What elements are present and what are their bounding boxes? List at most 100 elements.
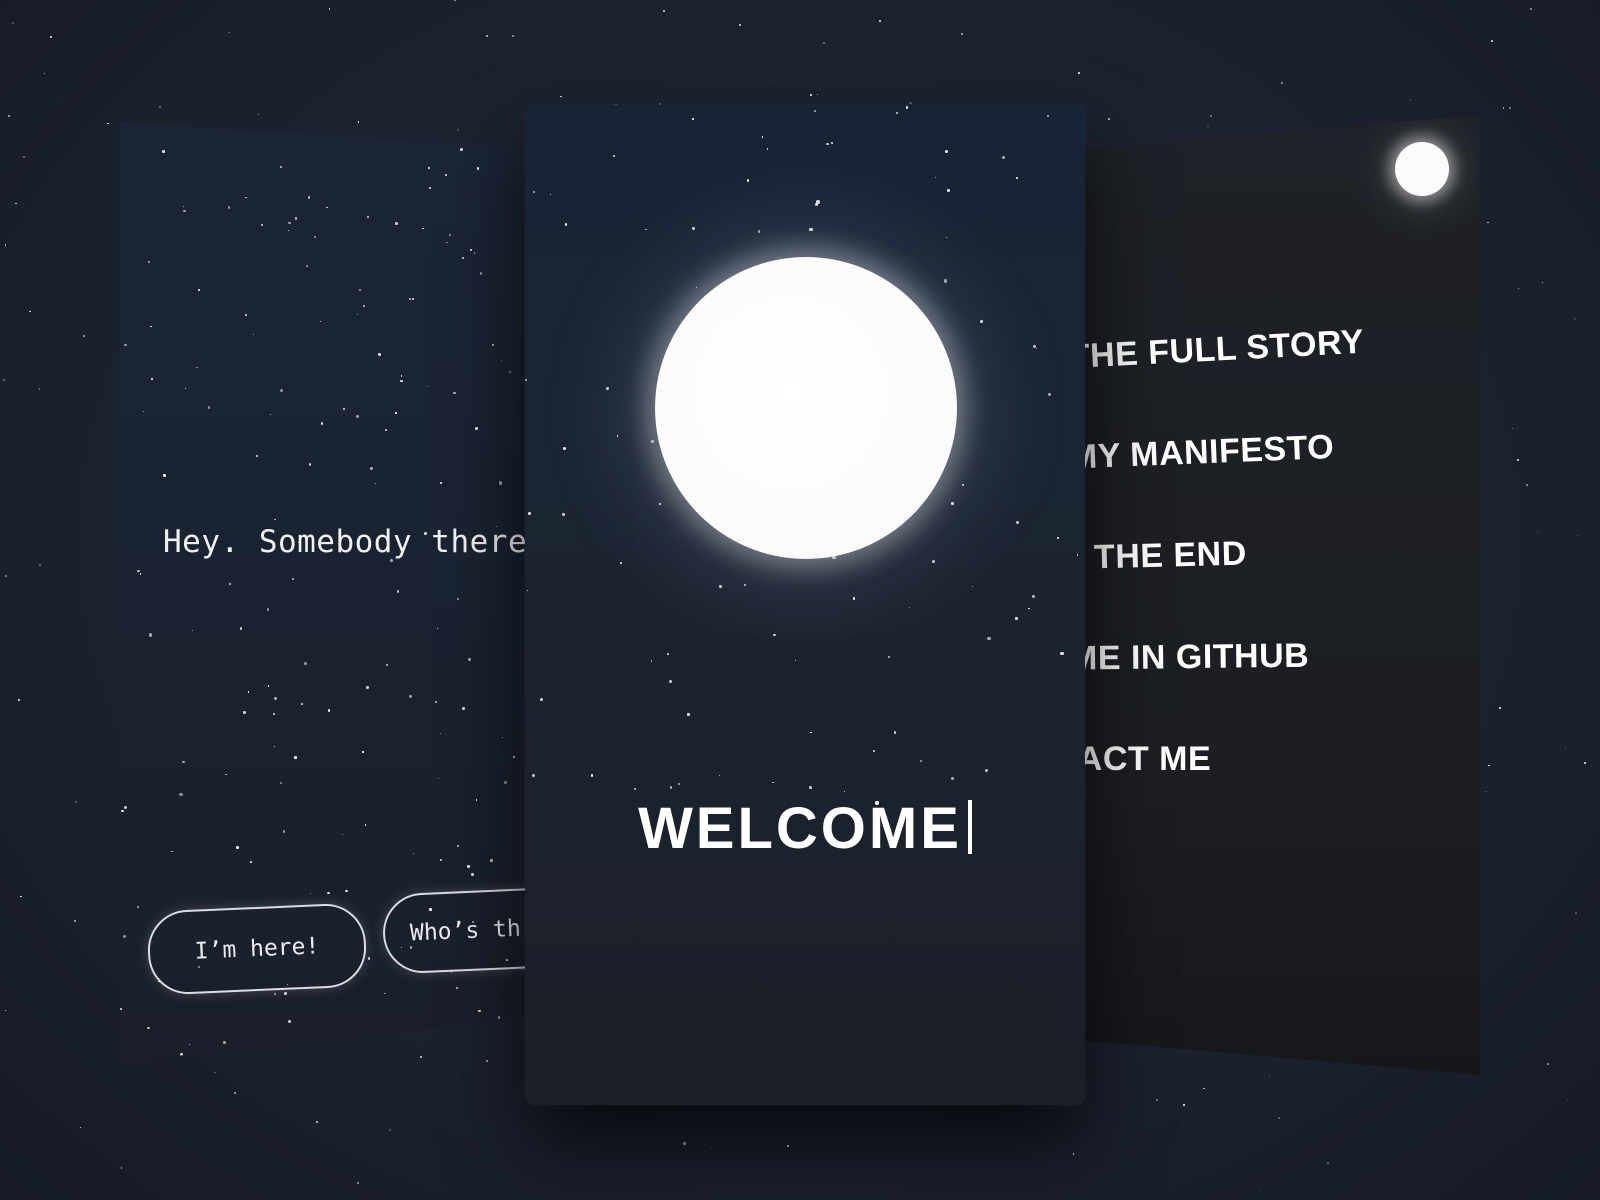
star bbox=[944, 279, 948, 283]
star bbox=[359, 289, 361, 291]
star bbox=[486, 35, 488, 37]
star bbox=[809, 786, 812, 789]
star bbox=[18, 699, 20, 701]
star bbox=[185, 387, 187, 389]
star bbox=[757, 230, 761, 233]
menu-item-full-story[interactable]: D THE FULL STORY bbox=[1040, 323, 1365, 379]
star bbox=[823, 42, 826, 45]
star bbox=[502, 736, 504, 738]
star bbox=[1530, 8, 1532, 10]
star bbox=[562, 446, 567, 450]
star bbox=[794, 659, 796, 662]
star bbox=[815, 1185, 817, 1187]
star bbox=[946, 188, 951, 193]
star bbox=[950, 502, 954, 506]
star bbox=[814, 109, 817, 112]
star bbox=[1032, 344, 1036, 348]
star bbox=[1547, 1063, 1549, 1065]
star bbox=[692, 118, 695, 120]
star bbox=[149, 325, 152, 328]
star bbox=[668, 680, 672, 684]
star bbox=[1047, 115, 1050, 118]
star bbox=[319, 320, 322, 323]
star bbox=[565, 223, 568, 226]
star bbox=[843, 790, 845, 792]
star bbox=[1032, 595, 1035, 598]
star bbox=[446, 242, 448, 244]
star bbox=[511, 34, 514, 37]
star bbox=[198, 289, 200, 291]
star bbox=[527, 511, 531, 515]
star bbox=[677, 782, 681, 785]
star bbox=[137, 569, 140, 573]
star bbox=[895, 112, 898, 115]
star bbox=[397, 590, 400, 593]
im-here-button[interactable]: I’m here! bbox=[146, 902, 368, 996]
star bbox=[905, 106, 909, 109]
star bbox=[362, 305, 365, 308]
star bbox=[1526, 484, 1529, 487]
star bbox=[683, 1142, 686, 1145]
star bbox=[272, 713, 275, 716]
star bbox=[950, 776, 954, 780]
star bbox=[385, 664, 388, 667]
star bbox=[136, 905, 140, 909]
star bbox=[222, 1041, 226, 1044]
star bbox=[971, 585, 974, 588]
star bbox=[328, 8, 331, 10]
star bbox=[389, 1129, 392, 1132]
star bbox=[179, 793, 183, 797]
star bbox=[612, 154, 615, 157]
right-screen-menu: D THE FULL STORY D MY MANIFESTO CH THE E… bbox=[1040, 115, 1480, 1075]
star bbox=[161, 150, 165, 153]
star bbox=[908, 606, 911, 609]
star bbox=[1002, 156, 1006, 160]
star bbox=[810, 94, 812, 96]
star bbox=[1486, 221, 1489, 224]
star bbox=[888, 655, 890, 658]
center-screen: WELCOME bbox=[525, 105, 1085, 1105]
star bbox=[500, 359, 503, 362]
star bbox=[1259, 1189, 1261, 1191]
star bbox=[369, 466, 373, 471]
star bbox=[287, 1020, 291, 1024]
star bbox=[426, 385, 429, 388]
greeting-prompt: Hey. Somebody there bbox=[163, 524, 528, 560]
star bbox=[196, 366, 198, 368]
star bbox=[1035, 347, 1038, 350]
center-starfield bbox=[525, 105, 1085, 1105]
star bbox=[4, 244, 7, 247]
star bbox=[440, 481, 443, 484]
star bbox=[852, 597, 856, 600]
star bbox=[1015, 520, 1019, 524]
star bbox=[787, 1144, 789, 1147]
star bbox=[619, 561, 622, 564]
star bbox=[1078, 71, 1081, 74]
left-screen: Hey. Somebody there I’m here! Who’s th bbox=[120, 122, 550, 1062]
star bbox=[485, 1059, 488, 1062]
star bbox=[121, 809, 124, 813]
star bbox=[1015, 176, 1019, 180]
star bbox=[605, 387, 609, 391]
star bbox=[814, 203, 818, 207]
star bbox=[944, 149, 949, 154]
star bbox=[1565, 747, 1567, 749]
star bbox=[1060, 651, 1064, 655]
star bbox=[269, 413, 272, 416]
star bbox=[1576, 534, 1579, 536]
star bbox=[772, 781, 774, 784]
star bbox=[273, 992, 276, 995]
star bbox=[1575, 912, 1578, 915]
star bbox=[669, 786, 673, 789]
star bbox=[39, 564, 42, 567]
star bbox=[356, 415, 359, 418]
star bbox=[326, 891, 330, 895]
star bbox=[411, 297, 415, 300]
star bbox=[1597, 17, 1600, 19]
star bbox=[1511, 427, 1514, 430]
star bbox=[243, 711, 246, 715]
star bbox=[826, 142, 829, 146]
star bbox=[439, 733, 441, 735]
star bbox=[287, 230, 289, 232]
star bbox=[696, 287, 698, 289]
